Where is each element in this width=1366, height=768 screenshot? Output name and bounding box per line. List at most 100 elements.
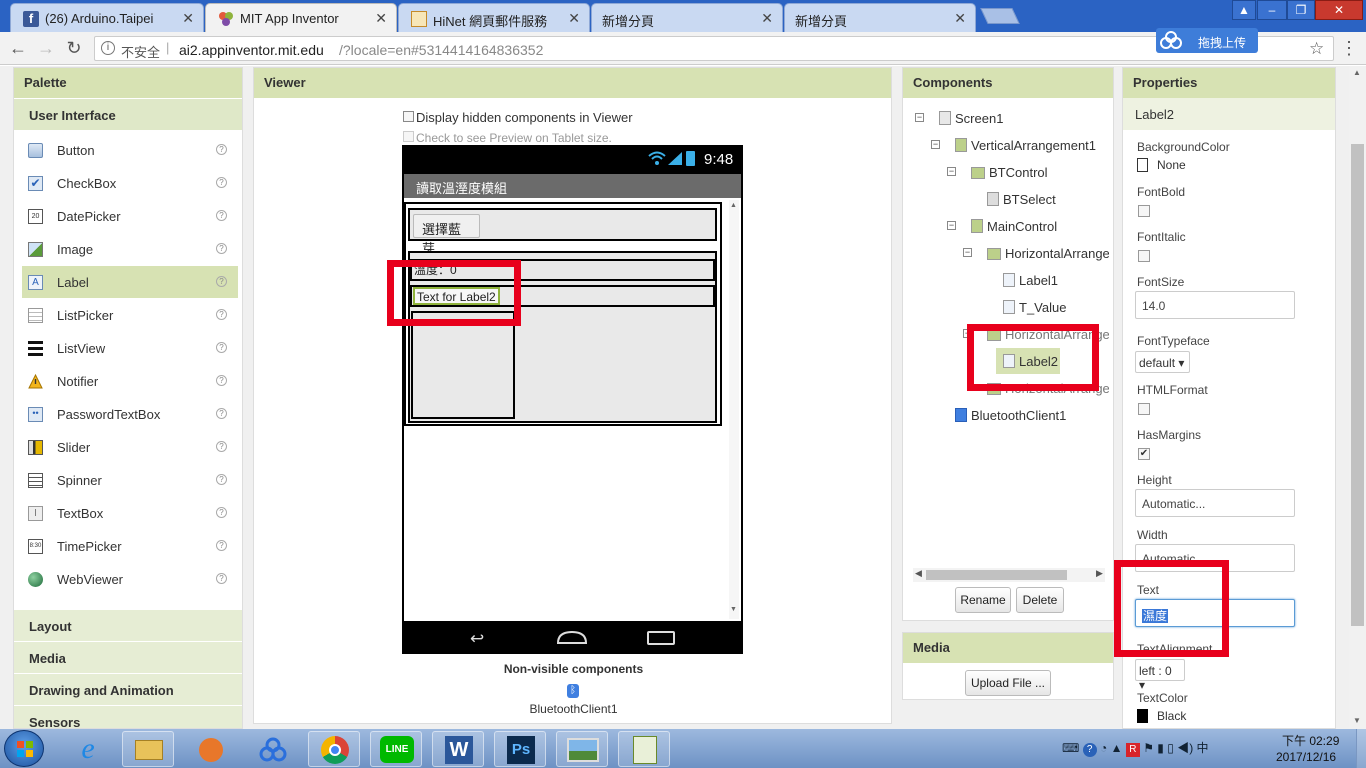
show-desktop-button[interactable] [1356, 729, 1366, 768]
page-scrollbar[interactable]: ▲ ▼ [1349, 66, 1366, 729]
bluetooth-icon[interactable]: ᛒ [567, 684, 579, 698]
horizontal-arrangement-3[interactable] [411, 311, 515, 419]
rename-button[interactable]: Rename [955, 587, 1011, 613]
file-explorer-icon[interactable] [122, 731, 174, 767]
help-icon[interactable]: ? [216, 540, 227, 551]
close-icon[interactable]: ✕ [954, 10, 966, 27]
upload-file-button[interactable]: Upload File ... [965, 670, 1051, 696]
antivirus-tray-icon[interactable]: R [1125, 743, 1140, 757]
text-input[interactable]: 濕度 [1135, 599, 1295, 627]
fontsize-input[interactable]: 14.0 [1135, 291, 1295, 319]
flag-icon[interactable]: ⚑ [1143, 741, 1154, 755]
hasmargins-checkbox[interactable]: ✔ [1138, 448, 1150, 460]
close-window-button[interactable]: ✕ [1315, 0, 1363, 20]
collapse-toggle[interactable]: − [947, 167, 956, 176]
textalignment-dropdown[interactable]: left : 0 ▾ [1135, 659, 1185, 692]
tab-new-1[interactable]: 新增分頁 ✕ [591, 3, 783, 32]
close-icon[interactable]: ✕ [761, 10, 773, 27]
collapse-toggle[interactable]: − [931, 140, 940, 149]
baidu-cloud-icon[interactable] [246, 731, 298, 767]
tree-bluetoothclient1[interactable]: BluetoothClient1 [955, 408, 1066, 423]
scrollbar-thumb[interactable] [926, 570, 1067, 580]
tree-label1[interactable]: Label1 [1003, 273, 1058, 288]
keyboard-icon[interactable]: ⌨ [1062, 741, 1079, 755]
palette-item-listview[interactable]: ListView ? [22, 332, 238, 364]
viewer-scrollbar[interactable]: ▲ ▼ [729, 200, 739, 619]
tree-verticalarrangement1[interactable]: VerticalArrangement1 [955, 138, 1096, 153]
color-swatch-none[interactable] [1137, 158, 1148, 172]
photoshop-icon[interactable]: Ps [494, 731, 546, 767]
palette-item-passwordtextbox[interactable]: •• PasswordTextBox ? [22, 398, 238, 430]
menu-icon[interactable]: ⋮ [1338, 37, 1360, 59]
chrome-icon[interactable] [308, 731, 360, 767]
palette-item-notifier[interactable]: Notifier ? [22, 365, 238, 397]
help-icon[interactable]: ? [216, 375, 227, 386]
tree-horizontalarrangement1[interactable]: HorizontalArrangen [987, 246, 1109, 261]
collapse-toggle[interactable]: − [963, 329, 972, 338]
vertical-arrangement-1[interactable]: 選擇藍芽 溫度：0 Text for Label2 [404, 202, 722, 426]
new-tab-button[interactable] [980, 8, 1020, 24]
maximize-button[interactable]: ❐ [1287, 0, 1315, 20]
height-input[interactable]: Automatic... [1135, 489, 1295, 517]
palette-item-datepicker[interactable]: 20 DatePicker ? [22, 200, 238, 232]
textcolor-value[interactable]: Black [1157, 709, 1186, 723]
color-swatch-black[interactable] [1137, 709, 1148, 723]
reload-icon[interactable]: ↻ [63, 37, 85, 59]
help-icon[interactable]: ? [216, 474, 227, 485]
battery-tray-icon[interactable]: ▯ [1167, 741, 1174, 755]
language-icon[interactable]: 中 [1197, 741, 1209, 755]
tree-btcontrol[interactable]: BTControl [971, 165, 1048, 180]
media-player-icon[interactable] [184, 731, 236, 767]
help-icon[interactable]: ? [216, 309, 227, 320]
label1-preview[interactable]: 溫度：0 [414, 261, 457, 278]
back-icon[interactable]: ← [7, 37, 29, 59]
info-icon[interactable]: i [101, 41, 115, 55]
arduino-editor-icon[interactable] [618, 731, 670, 767]
help-icon[interactable]: ? [216, 441, 227, 452]
url-input[interactable]: i 不安全 | ai2.appinventor.mit.edu /?locale… [94, 36, 1334, 61]
close-icon[interactable]: ✕ [375, 10, 387, 27]
palette-item-textbox[interactable]: I TextBox ? [22, 497, 238, 529]
help-icon[interactable]: ? [216, 144, 227, 155]
tab-hinet[interactable]: HiNet 網頁郵件服務 ✕ [398, 3, 590, 32]
category-user-interface[interactable]: User Interface [14, 98, 242, 130]
components-horizontal-scrollbar[interactable]: ◀ ▶ [913, 568, 1105, 582]
photo-viewer-icon[interactable] [556, 731, 608, 767]
taskbar-date[interactable]: 2017/12/16 [1276, 750, 1336, 764]
label2-preview[interactable]: Text for Label2 [413, 287, 500, 305]
help-icon[interactable]: ? [216, 573, 227, 584]
fontbold-checkbox[interactable] [1138, 205, 1150, 217]
bt-control[interactable]: 選擇藍芽 [408, 208, 717, 256]
help-icon[interactable]: ? [216, 177, 227, 188]
collapse-toggle[interactable]: − [915, 113, 924, 122]
close-icon[interactable]: ✕ [568, 10, 580, 27]
star-icon[interactable]: ☆ [1309, 39, 1324, 59]
page-scrollbar-thumb[interactable] [1351, 144, 1364, 626]
tab-app-inventor[interactable]: MIT App Inventor ✕ [205, 3, 397, 32]
width-input[interactable]: Automatic... [1135, 544, 1295, 572]
help-icon[interactable]: ? [216, 507, 227, 518]
user-icon[interactable]: ▲ [1232, 0, 1256, 20]
volume-icon[interactable]: ◀) [1177, 741, 1193, 755]
help-tray-icon[interactable]: ? [1082, 743, 1097, 757]
palette-item-image[interactable]: Image ? [22, 233, 238, 265]
htmlformat-checkbox[interactable] [1138, 403, 1150, 415]
tree-t-value[interactable]: T_Value [1003, 300, 1066, 315]
delete-button[interactable]: Delete [1016, 587, 1064, 613]
tab-arduino[interactable]: f (26) Arduino.Taipei ✕ [10, 3, 204, 32]
tab-new-2[interactable]: 新增分頁 ✕ [784, 3, 976, 32]
help-icon[interactable]: ? [216, 342, 227, 353]
help-icon[interactable]: ? [216, 276, 227, 287]
drag-upload-button[interactable]: 拖拽上传 [1156, 28, 1258, 53]
word-icon[interactable]: W [432, 731, 484, 767]
palette-item-slider[interactable]: Slider ? [22, 431, 238, 463]
fontitalic-checkbox[interactable] [1138, 250, 1150, 262]
horizontal-arrangement-2[interactable]: Text for Label2 [410, 285, 715, 307]
category-media[interactable]: Media [14, 641, 242, 673]
minimize-button[interactable]: – [1257, 0, 1287, 20]
taskbar-time[interactable]: 下午 02:29 [1282, 732, 1339, 749]
palette-item-button[interactable]: Button ? [22, 134, 238, 166]
fonttypeface-dropdown[interactable]: default ▾ [1135, 351, 1190, 373]
hidden-components-checkbox[interactable] [403, 111, 414, 122]
category-sensors[interactable]: Sensors [14, 705, 242, 728]
